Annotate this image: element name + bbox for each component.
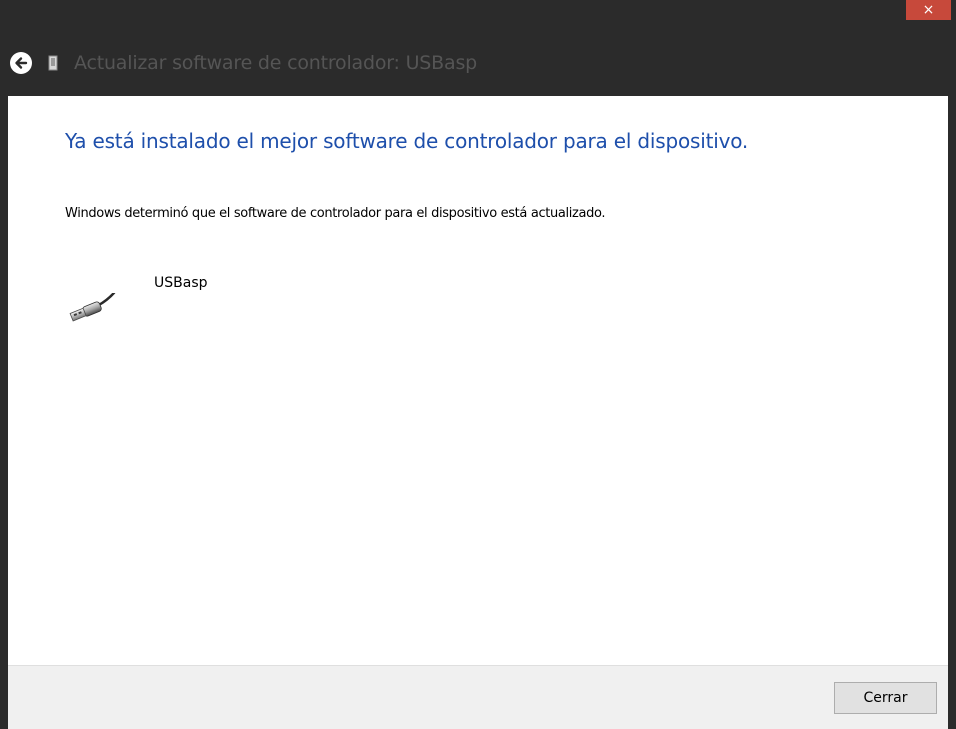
dialog-footer: Cerrar [8,665,948,729]
title-bar: Actualizar software de controlador: USBa… [10,44,477,82]
page-heading: Ya está instalado el mejor software de c… [65,129,749,153]
dialog-window: × Actualizar software de controlador: US… [0,0,956,729]
device-name: USBasp [154,275,208,291]
window-title: Actualizar software de controlador: USBa… [74,52,478,74]
back-button[interactable] [10,52,32,74]
device-small-icon [48,54,60,72]
back-arrow-icon [15,57,28,69]
content-panel: Ya está instalado el mejor software de c… [8,96,948,665]
window-close-button[interactable]: × [906,0,951,20]
usb-plug-icon [69,293,116,322]
close-button[interactable]: Cerrar [834,682,937,714]
status-description: Windows determinó que el software de con… [65,206,606,221]
